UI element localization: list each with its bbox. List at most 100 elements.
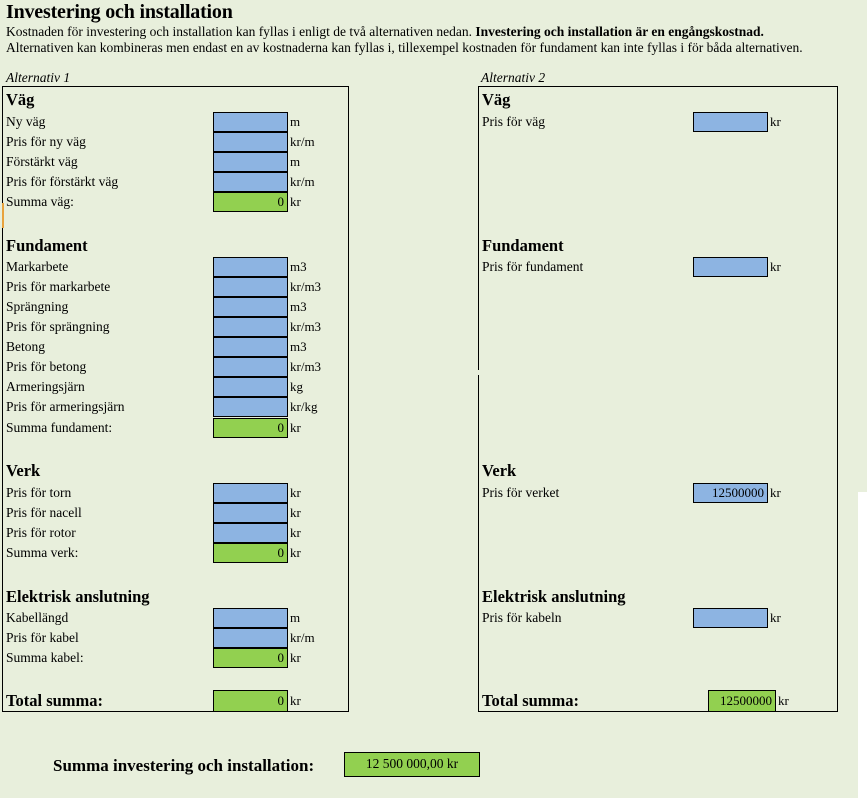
alt1-input-betong[interactable]	[213, 337, 288, 357]
intro-text-plain: Kostnaden för investering och installati…	[6, 24, 476, 39]
alt1-unit-pris-kabel: kr/m	[290, 630, 315, 645]
alt1-unit-betong: m3	[290, 339, 307, 354]
alt1-input-ny-vag[interactable]	[213, 112, 288, 132]
alt2-section-heading-elektrisk-anslutning: Elektrisk anslutning	[482, 587, 626, 606]
alt1-input-pris-sprangning[interactable]	[213, 317, 288, 337]
alt1-unit-pris-sprangning: kr/m3	[290, 319, 322, 334]
alt1-label-pris-sprangning: Pris för sprängning	[6, 319, 110, 334]
alt1-sum-fundament: 0	[213, 418, 288, 438]
alt1-input-armeringsjarn[interactable]	[213, 377, 288, 397]
alt1-label-pris-ny-vag: Pris för ny väg	[6, 134, 86, 149]
alt1-input-markarbete[interactable]	[213, 257, 288, 277]
alt1-unit-pris-markarbete: kr/m3	[290, 279, 322, 294]
alt1-input-pris-torn[interactable]	[213, 483, 288, 503]
alternative-1-caption: Alternativ 1	[6, 70, 71, 85]
alt1-label-pris-forstarkt-vag: Pris för förstärkt väg	[6, 174, 119, 189]
alt1-label-kabellangd: Kabellängd	[6, 610, 69, 625]
alt1-total-value: 0	[213, 690, 288, 712]
alt1-label-sprangning: Sprängning	[6, 299, 69, 314]
alt1-label-summa-kabel: Summa kabel:	[6, 650, 84, 665]
alt1-unit-pris-ny-vag: kr/m	[290, 134, 315, 149]
alt1-unit-pris-forstarkt-vag: kr/m	[290, 174, 315, 189]
alt1-section-heading-fundament: Fundament	[6, 236, 88, 255]
alt1-label-forstarkt-vag: Förstärkt väg	[6, 154, 78, 169]
alt2-input-pris-verket[interactable]: 12500000	[693, 483, 768, 503]
alt1-unit-summa-kabel: kr	[290, 650, 301, 665]
alt1-sum-verk: 0	[213, 543, 288, 563]
alt1-unit-markarbete: m3	[290, 259, 307, 274]
alt1-label-pris-betong: Pris för betong	[6, 359, 87, 374]
alt1-unit-kabellangd: m	[290, 610, 301, 625]
alt2-section-heading-vag: Väg	[482, 90, 511, 109]
page-header: Investering och installation Kostnaden f…	[6, 0, 862, 56]
alt2-label-pris-vag: Pris för väg	[482, 114, 545, 129]
alt1-unit-pris-armeringsjarn: kr/kg	[290, 399, 318, 414]
alt2-section-heading-fundament: Fundament	[482, 236, 564, 255]
alt1-label-pris-markarbete: Pris för markarbete	[6, 279, 111, 294]
intro-text-bold: Investering och installation är en engån…	[475, 24, 764, 39]
page-right-edge-notch	[858, 492, 867, 810]
alt2-section-heading-verk: Verk	[482, 461, 517, 480]
alt1-sum-vag: 0	[213, 192, 288, 212]
alt2-total-unit: kr	[778, 693, 789, 708]
alt2-total-label: Total summa:	[482, 691, 580, 710]
grand-total-label: Summa investering och installation:	[53, 756, 315, 775]
alt1-label-markarbete: Markarbete	[6, 259, 69, 274]
alternative-1-accent-marker	[2, 203, 4, 228]
alt1-unit-summa-verk: kr	[290, 545, 301, 560]
alt2-total-value: 12500000	[708, 690, 776, 712]
alt1-unit-armeringsjarn: kg	[290, 379, 303, 394]
alt2-unit-pris-fundament: kr	[770, 259, 781, 274]
alt1-label-armeringsjarn: Armeringsjärn	[6, 379, 85, 394]
alt1-unit-pris-betong: kr/m3	[290, 359, 322, 374]
alt1-input-kabellangd[interactable]	[213, 608, 288, 628]
alt2-label-pris-verket: Pris för verket	[482, 485, 560, 500]
alt1-input-pris-forstarkt-vag[interactable]	[213, 172, 288, 192]
alternative-2-caption: Alternativ 2	[481, 70, 546, 85]
alt1-label-betong: Betong	[6, 339, 45, 354]
alt1-unit-forstarkt-vag: m	[290, 154, 301, 169]
intro-paragraph-2: Alternativen kan kombineras men endast e…	[6, 40, 803, 55]
alt1-input-pris-betong[interactable]	[213, 357, 288, 377]
alt2-unit-pris-verket: kr	[770, 485, 781, 500]
alt1-input-forstarkt-vag[interactable]	[213, 152, 288, 172]
alt1-unit-sprangning: m3	[290, 299, 307, 314]
alt1-label-summa-verk: Summa verk:	[6, 545, 79, 560]
alt1-unit-pris-nacell: kr	[290, 505, 301, 520]
alt1-label-summa-vag: Summa väg:	[6, 194, 74, 209]
alt1-unit-ny-vag: m	[290, 114, 301, 129]
alt1-input-pris-markarbete[interactable]	[213, 277, 288, 297]
alt1-total-unit: kr	[290, 693, 301, 708]
alt2-input-pris-kabeln[interactable]	[693, 608, 768, 628]
alt2-label-pris-fundament: Pris för fundament	[482, 259, 584, 274]
alt1-section-heading-verk: Verk	[6, 461, 41, 480]
alt2-unit-pris-vag: kr	[770, 114, 781, 129]
alt1-label-pris-torn: Pris för torn	[6, 485, 72, 500]
alt1-input-pris-rotor[interactable]	[213, 523, 288, 543]
alt1-section-heading-vag: Väg	[6, 90, 35, 109]
alt1-input-pris-ny-vag[interactable]	[213, 132, 288, 152]
alt2-input-pris-vag[interactable]	[693, 112, 768, 132]
alt1-label-pris-kabel: Pris för kabel	[6, 630, 79, 645]
page-title: Investering och installation	[6, 1, 233, 23]
grand-total-value: 12 500 000,00 kr	[344, 752, 480, 777]
alt2-input-pris-fundament[interactable]	[693, 257, 768, 277]
alt1-input-sprangning[interactable]	[213, 297, 288, 317]
alt1-input-pris-kabel[interactable]	[213, 628, 288, 648]
alternative-2-border-gap	[477, 370, 480, 375]
alt1-unit-summa-vag: kr	[290, 194, 301, 209]
alt1-label-pris-armeringsjarn: Pris för armeringsjärn	[6, 399, 125, 414]
alt1-label-pris-rotor: Pris för rotor	[6, 525, 76, 540]
alt1-label-pris-nacell: Pris för nacell	[6, 505, 82, 520]
alt1-unit-pris-torn: kr	[290, 485, 301, 500]
alt1-section-heading-elektrisk-anslutning: Elektrisk anslutning	[6, 587, 150, 606]
alt1-label-summa-fundament: Summa fundament:	[6, 420, 113, 435]
alt2-unit-pris-kabeln: kr	[770, 610, 781, 625]
alt1-input-pris-armeringsjarn[interactable]	[213, 397, 288, 417]
alt2-label-pris-kabeln: Pris för kabeln	[482, 610, 562, 625]
alt1-sum-kabel: 0	[213, 648, 288, 668]
alt1-unit-pris-rotor: kr	[290, 525, 301, 540]
alt1-label-ny-vag: Ny väg	[6, 114, 46, 129]
alt1-input-pris-nacell[interactable]	[213, 503, 288, 523]
alt1-total-label: Total summa:	[6, 691, 104, 710]
